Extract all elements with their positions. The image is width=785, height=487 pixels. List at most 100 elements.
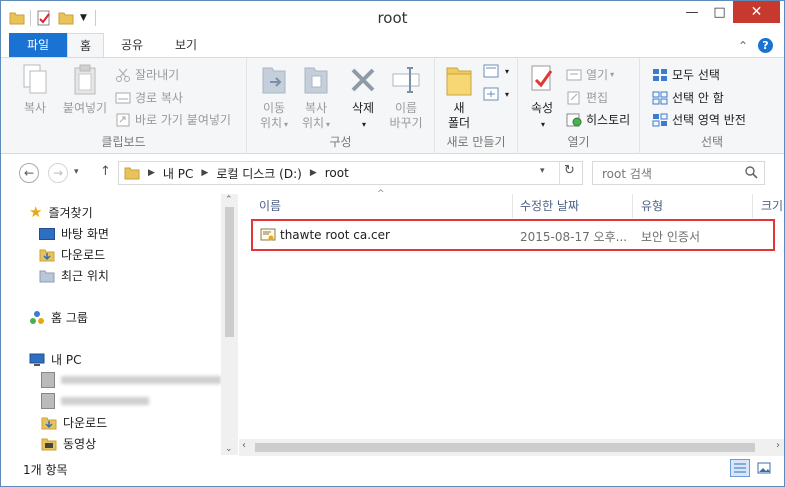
nav-desktop-label: 바탕 화면 <box>61 227 109 241</box>
nav-network-drive-1[interactable] <box>41 372 221 388</box>
help-icon[interactable]: ? <box>758 38 773 53</box>
breadcrumb-root[interactable]: root <box>325 166 349 180</box>
select-none-label: 선택 안 함 <box>672 91 724 105</box>
collapse-ribbon-icon[interactable]: ⌃ <box>738 39 748 53</box>
properties-button[interactable]: 속성 ▾ <box>524 62 560 132</box>
clipboard-group-label: 클립보드 <box>101 135 146 149</box>
new-folder-label-2: 폴더 <box>447 116 471 130</box>
downloads-folder-icon <box>39 248 55 262</box>
table-row[interactable]: thawte root ca.cer 2015-08-17 오후... 보안 인… <box>251 219 775 251</box>
arrow-right-icon: → <box>52 166 64 180</box>
nav-this-pc[interactable]: 내 PC <box>29 351 81 368</box>
nav-homegroup[interactable]: 홈 그룹 <box>29 309 88 326</box>
cut-button[interactable]: 잘라내기 <box>115 66 179 83</box>
tab-file[interactable]: 파일 <box>9 33 67 57</box>
file-name: thawte root ca.cer <box>280 228 390 242</box>
delete-button[interactable]: 삭제 ▾ <box>343 62 383 132</box>
nav-pc-downloads[interactable]: 다운로드 <box>41 414 107 431</box>
nav-favorites-label: 즐겨찾기 <box>48 205 93 220</box>
chevron-down-icon: ▾ <box>505 89 510 99</box>
new-folder-button[interactable]: 새 폴더 <box>441 62 477 131</box>
column-type[interactable]: 유형 <box>641 197 663 214</box>
tab-share[interactable]: 공유 <box>110 33 154 57</box>
maximize-button[interactable]: □ <box>706 1 733 23</box>
invert-selection-button[interactable]: 선택 영역 반전 <box>652 111 746 128</box>
window-title: root <box>377 9 408 27</box>
nav-favorites[interactable]: ★ 즐겨찾기 <box>29 203 93 221</box>
status-bar: 1개 항목 <box>1 456 784 486</box>
paste-button[interactable]: 붙여넣기 <box>59 62 111 116</box>
details-view-icon[interactable] <box>730 459 750 477</box>
chevron-down-icon: ▾ <box>540 120 545 129</box>
column-divider[interactable] <box>512 194 513 218</box>
history-button[interactable]: 히스토리 <box>566 111 630 128</box>
nav-scrollbar[interactable]: ⌃ ⌄ <box>221 194 238 455</box>
tab-home[interactable]: 홈 <box>67 33 104 58</box>
forward-button[interactable]: → <box>48 163 68 183</box>
up-arrow-icon[interactable]: ↑ <box>100 164 111 179</box>
open-button[interactable]: 열기 ▾ <box>566 66 614 83</box>
copy-path-button[interactable]: 경로 복사 <box>115 89 183 106</box>
address-dropdown-icon[interactable]: ▾ <box>540 166 545 176</box>
edit-button[interactable]: 편집 <box>566 89 608 106</box>
minimize-button[interactable]: — <box>678 1 706 23</box>
shortcut-icon <box>115 113 131 127</box>
scroll-down-icon[interactable]: ⌄ <box>225 444 233 454</box>
sort-arrow-icon: ^ <box>377 189 385 199</box>
nav-scrollbar-thumb[interactable] <box>225 207 234 337</box>
nav-videos-label: 동영상 <box>63 437 97 451</box>
scroll-right-icon[interactable]: › <box>776 440 780 451</box>
nav-recent[interactable]: 최근 위치 <box>39 267 109 284</box>
rename-icon <box>392 67 420 93</box>
new-folder-label-1: 새 <box>453 101 465 115</box>
nav-network-drive-2[interactable] <box>41 393 149 409</box>
column-divider[interactable] <box>752 194 753 218</box>
close-button[interactable]: ✕ <box>733 1 780 23</box>
search-icon[interactable] <box>744 165 758 182</box>
rename-button[interactable]: 이름 바꾸기 <box>385 62 427 131</box>
scroll-up-icon[interactable]: ⌃ <box>225 195 233 205</box>
select-all-button[interactable]: 모두 선택 <box>652 66 720 83</box>
back-button[interactable]: ← <box>19 163 39 183</box>
nav-homegroup-label: 홈 그룹 <box>51 311 88 325</box>
paste-shortcut-button[interactable]: 바로 가기 붙여넣기 <box>115 111 231 128</box>
delete-label: 삭제 <box>351 101 375 115</box>
navigation-bar: ← → ▾ ↑ ▶ 내 PC ▶ 로컬 디스크 (D:) ▶ root ▾ ↻ … <box>1 159 784 187</box>
address-bar[interactable]: ▶ 내 PC ▶ 로컬 디스크 (D:) ▶ root ▾ ↻ <box>118 161 583 185</box>
copy-to-button[interactable]: 복사 위치 ▾ <box>295 62 337 132</box>
nav-videos[interactable]: 동영상 <box>41 435 96 452</box>
recent-locations-icon[interactable]: ▾ <box>74 167 79 177</box>
breadcrumb-chevron-icon[interactable]: ▶ <box>148 168 155 178</box>
properties-label: 속성 <box>530 101 554 115</box>
column-modified[interactable]: 수정한 날짜 <box>520 197 579 214</box>
select-none-button[interactable]: 선택 안 함 <box>652 89 724 106</box>
computer-icon <box>29 353 45 367</box>
column-size[interactable]: 크기 <box>761 197 783 214</box>
move-to-button[interactable]: 이동 위치 ▾ <box>253 62 295 132</box>
easy-access-button[interactable]: ▾ <box>483 87 509 101</box>
breadcrumb-local-disk[interactable]: 로컬 디스크 (D:) <box>216 165 301 182</box>
file-list-scrollbar[interactable]: ‹ › <box>239 439 784 456</box>
scroll-left-icon[interactable]: ‹ <box>242 440 246 451</box>
breadcrumb-chevron-icon[interactable]: ▶ <box>201 168 208 178</box>
breadcrumb-chevron-icon[interactable]: ▶ <box>310 168 317 178</box>
ribbon: 복사 붙여넣기 잘라내기 경로 복사 바로 가기 붙여넣기 클립보드 이동 위치… <box>1 57 784 154</box>
large-icons-view-icon[interactable] <box>754 459 774 477</box>
column-name[interactable]: 이름 <box>259 197 281 214</box>
refresh-icon[interactable]: ↻ <box>564 163 575 178</box>
file-list-scrollbar-thumb[interactable] <box>255 443 755 452</box>
nav-downloads[interactable]: 다운로드 <box>39 246 105 263</box>
new-item-button[interactable]: ▾ <box>483 64 509 78</box>
search-box[interactable]: root 검색 <box>592 161 765 185</box>
tab-view[interactable]: 보기 <box>162 33 210 57</box>
rename-label-2: 바꾸기 <box>389 116 423 130</box>
copy-button[interactable]: 복사 <box>15 62 55 116</box>
search-input[interactable]: root 검색 <box>602 165 652 182</box>
breadcrumb-this-pc[interactable]: 내 PC <box>163 165 193 182</box>
nav-this-pc-label: 내 PC <box>51 353 82 367</box>
column-divider[interactable] <box>632 194 633 218</box>
cut-label: 잘라내기 <box>135 68 180 82</box>
nav-desktop[interactable]: 바탕 화면 <box>39 225 109 242</box>
scissors-icon <box>115 68 131 82</box>
copy-icon <box>23 64 47 94</box>
